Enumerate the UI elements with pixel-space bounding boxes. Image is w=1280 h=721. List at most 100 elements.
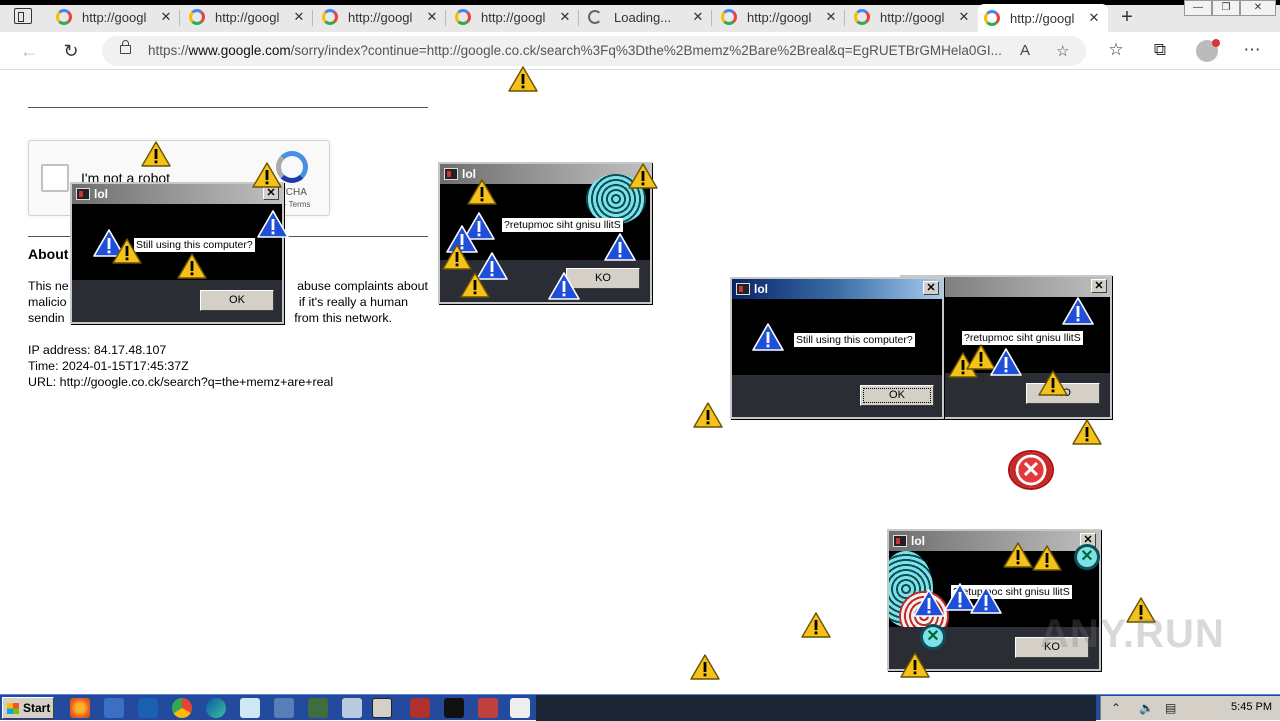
warning-icon [1038,370,1068,396]
dialog-titlebar[interactable]: lol ✕ [889,531,1099,551]
info-icon [604,233,636,261]
app-icon[interactable] [510,698,530,718]
maximize-button[interactable]: ❐ [1212,0,1240,16]
back-icon[interactable]: ← [18,40,40,62]
ip-address: IP address: 84.17.48.107 [28,343,167,357]
regedit-icon[interactable] [478,698,498,718]
paint-icon[interactable] [410,698,430,718]
recaptcha-checkbox[interactable] [41,164,69,192]
warning-icon [1072,419,1102,445]
refresh-icon[interactable]: ↻ [60,40,82,62]
tab-active[interactable]: http://googl ✕ [978,4,1108,32]
address-bar[interactable]: https://www.google.com/sorry/index?conti… [102,36,1086,66]
tab-title: http://googl [215,9,280,25]
lock-icon[interactable] [120,40,131,54]
tab-close-icon[interactable]: ✕ [956,9,972,25]
ok-button[interactable]: OK [200,290,274,311]
tab-close-icon[interactable]: ✕ [1086,10,1102,26]
new-tab-button[interactable]: + [1116,6,1138,29]
warning-icon [801,612,831,638]
tab[interactable]: http://googl ✕ [715,4,845,30]
timestamp: Time: 2024-01-15T17:45:37Z [28,359,189,373]
firefox-icon[interactable] [70,698,90,718]
calculator-icon[interactable] [342,698,362,718]
info-icon [548,272,580,300]
google-favicon-icon [189,9,205,25]
tab-close-icon[interactable]: ✕ [158,9,174,25]
info-icon [752,323,784,351]
dialog-message: Still using this computer? [134,238,255,252]
tab-close-icon[interactable]: ✕ [823,9,839,25]
dialog-close-button[interactable]: ✕ [923,281,939,295]
info-icon [990,348,1022,376]
dialog-footer: OK [732,375,942,417]
notepad-icon[interactable] [240,698,260,718]
error-icon: ✕ [920,624,946,650]
collections-icon[interactable]: ⧉ [1149,40,1171,60]
media-player-icon[interactable] [138,698,158,718]
edge-icon[interactable] [206,698,226,718]
warning-icon [690,654,720,680]
network-icon[interactable] [308,698,328,718]
google-favicon-icon [721,9,737,25]
para-line: sendin [28,311,65,325]
info-icon [1062,297,1094,325]
tab-title: http://googl [747,9,812,25]
tab-close-icon[interactable]: ✕ [557,9,573,25]
system-tray: ⌃ 🔈 ▤ 5:45 PM [1100,696,1280,720]
warning-icon [141,141,171,167]
tab-title: http://googl [82,9,147,25]
warning-icon [442,244,472,270]
google-favicon-icon [56,9,72,25]
tab-close-icon[interactable]: ✕ [690,9,706,25]
lol-app-icon[interactable] [372,698,392,718]
tab[interactable]: http://googl ✕ [183,4,313,30]
file-explorer-icon[interactable] [104,698,124,718]
google-favicon-icon [455,9,471,25]
dialog-titlebar[interactable]: lol ✕ [72,184,282,204]
network-tray-icon[interactable]: ▤ [1165,701,1176,715]
warning-icon [628,163,658,189]
dialog-message: Still using this computer? [794,333,915,347]
app-icon [76,188,90,200]
google-favicon-icon [854,9,870,25]
tab[interactable]: http://googl ✕ [50,4,180,30]
minimize-button[interactable]: — [1184,0,1212,16]
profile-avatar[interactable] [1196,39,1220,62]
add-favorite-icon[interactable]: ☆ [1056,42,1069,60]
cmd-icon[interactable] [444,698,464,718]
tab[interactable]: http://googl ✕ [449,4,579,30]
info-icon [970,586,1002,614]
tab-close-icon[interactable]: ✕ [291,9,307,25]
warning-icon [467,179,497,205]
dialog-close-button[interactable]: ✕ [263,186,279,200]
app-icon [444,168,458,180]
tab-loading[interactable]: Loading... ✕ [582,4,712,30]
tab-title: http://googl [1010,10,1075,26]
settings-more-icon[interactable]: ⋯ [1241,40,1263,60]
navigation-bar: ← ↻ https://www.google.com/sorry/index?c… [0,32,1280,70]
tab[interactable]: http://googl ✕ [316,4,446,30]
ok-button[interactable]: OK [860,385,934,406]
dialog-titlebar[interactable]: lol ✕ [732,279,942,299]
address-url[interactable]: https://www.google.com/sorry/index?conti… [148,43,1018,58]
warning-icon [252,162,282,188]
request-url: URL: http://google.co.ck/search?q=the+me… [28,375,334,389]
favorites-icon[interactable]: ☆ [1105,40,1127,60]
tab-actions-menu-icon[interactable] [14,8,32,24]
control-panel-icon[interactable] [274,698,294,718]
start-button[interactable]: Start [2,697,54,719]
read-aloud-icon[interactable]: A [1020,42,1030,59]
dialog-close-button[interactable]: ✕ [1091,279,1107,293]
info-icon [913,589,945,617]
chrome-icon[interactable] [172,698,192,718]
window-close-button[interactable]: ✕ [1240,0,1276,16]
tab-strip: http://googl ✕ http://googl ✕ http://goo… [0,0,1280,32]
tray-expand-icon[interactable]: ⌃ [1111,701,1121,715]
clock[interactable]: 5:45 PM [1231,701,1272,713]
tab[interactable]: http://googl ✕ [848,4,978,30]
para-line: This ne [28,279,69,293]
divider [28,107,428,108]
tab-close-icon[interactable]: ✕ [424,9,440,25]
volume-icon[interactable]: 🔈 [1139,701,1154,715]
